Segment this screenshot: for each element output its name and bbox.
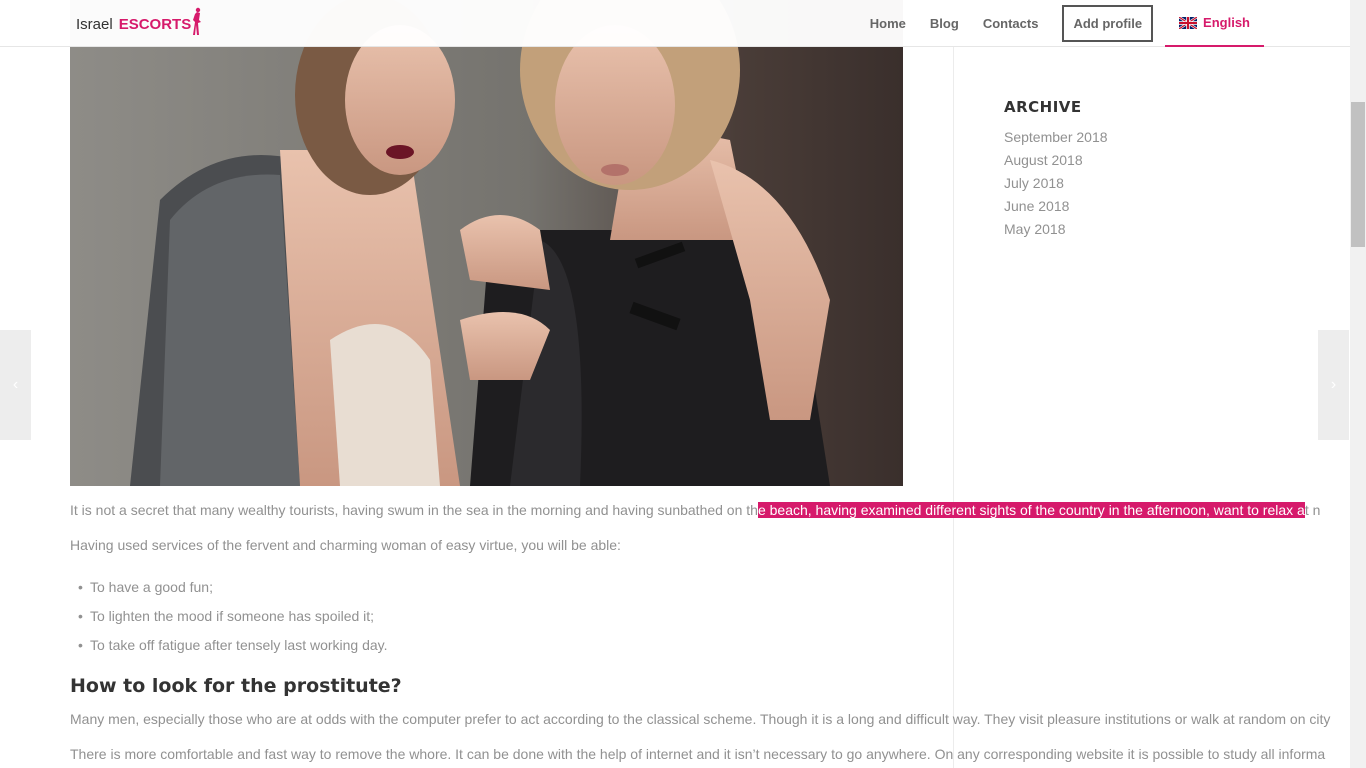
article-paragraph-4: There is more comfortable and fast way t… [70, 746, 1326, 762]
archive-title: ARCHIVE [1004, 98, 1082, 116]
next-post-button[interactable]: › [1318, 330, 1349, 440]
uk-flag-icon [1178, 15, 1198, 30]
chevron-left-icon: ‹ [12, 376, 19, 393]
archive-link-june-2018[interactable]: June 2018 [1004, 195, 1254, 218]
main-nav: Home Blog Contacts Add profile English [858, 0, 1264, 47]
article-content: It is not a secret that many wealthy tou… [70, 500, 1350, 768]
hero-photo-placeholder [70, 0, 903, 486]
p1-text-before: It is not a secret that many wealthy tou… [70, 502, 758, 518]
list-item: To have a good fun; [78, 573, 388, 602]
article-heading: How to look for the prostitute? [70, 675, 402, 697]
language-label: English [1203, 15, 1250, 30]
site-header: Israel ESCORTS Home Blog Contacts Add pr… [0, 0, 1350, 47]
archive-link-july-2018[interactable]: July 2018 [1004, 172, 1254, 195]
article-paragraph-2: Having used services of the fervent and … [70, 537, 621, 553]
prev-post-button[interactable]: ‹ [0, 330, 31, 440]
list-item: To lighten the mood if someone has spoil… [78, 602, 388, 631]
archive-link-may-2018[interactable]: May 2018 [1004, 218, 1254, 241]
logo-text-israel: Israel [76, 15, 113, 33]
scrollbar-thumb[interactable] [1351, 102, 1365, 247]
article-paragraph-1: It is not a secret that many wealthy tou… [70, 500, 1320, 520]
chevron-right-icon: › [1330, 376, 1337, 393]
archive-link-august-2018[interactable]: August 2018 [1004, 149, 1254, 172]
hero-image [70, 0, 903, 486]
nav-contacts[interactable]: Contacts [971, 0, 1051, 47]
add-profile-button[interactable]: Add profile [1062, 5, 1154, 42]
p1-selected-text: e beach, having examined different sight… [757, 502, 1305, 518]
list-item: To take off fatigue after tensely last w… [78, 631, 388, 660]
nav-blog[interactable]: Blog [918, 0, 971, 47]
p1-text-after: t n [1304, 502, 1321, 518]
logo-text-escorts: ESCORTS [118, 15, 192, 33]
article-paragraph-3: Many men, especially those who are at od… [70, 711, 1331, 727]
site-logo[interactable]: Israel ESCORTS [76, 7, 202, 42]
language-selector[interactable]: English [1165, 0, 1264, 47]
nav-home[interactable]: Home [858, 0, 918, 47]
benefits-list: To have a good fun; To lighten the mood … [78, 573, 388, 660]
archive-widget: ARCHIVE September 2018 August 2018 July … [1004, 98, 1254, 241]
archive-link-september-2018[interactable]: September 2018 [1004, 126, 1254, 149]
woman-silhouette-icon [192, 7, 202, 42]
